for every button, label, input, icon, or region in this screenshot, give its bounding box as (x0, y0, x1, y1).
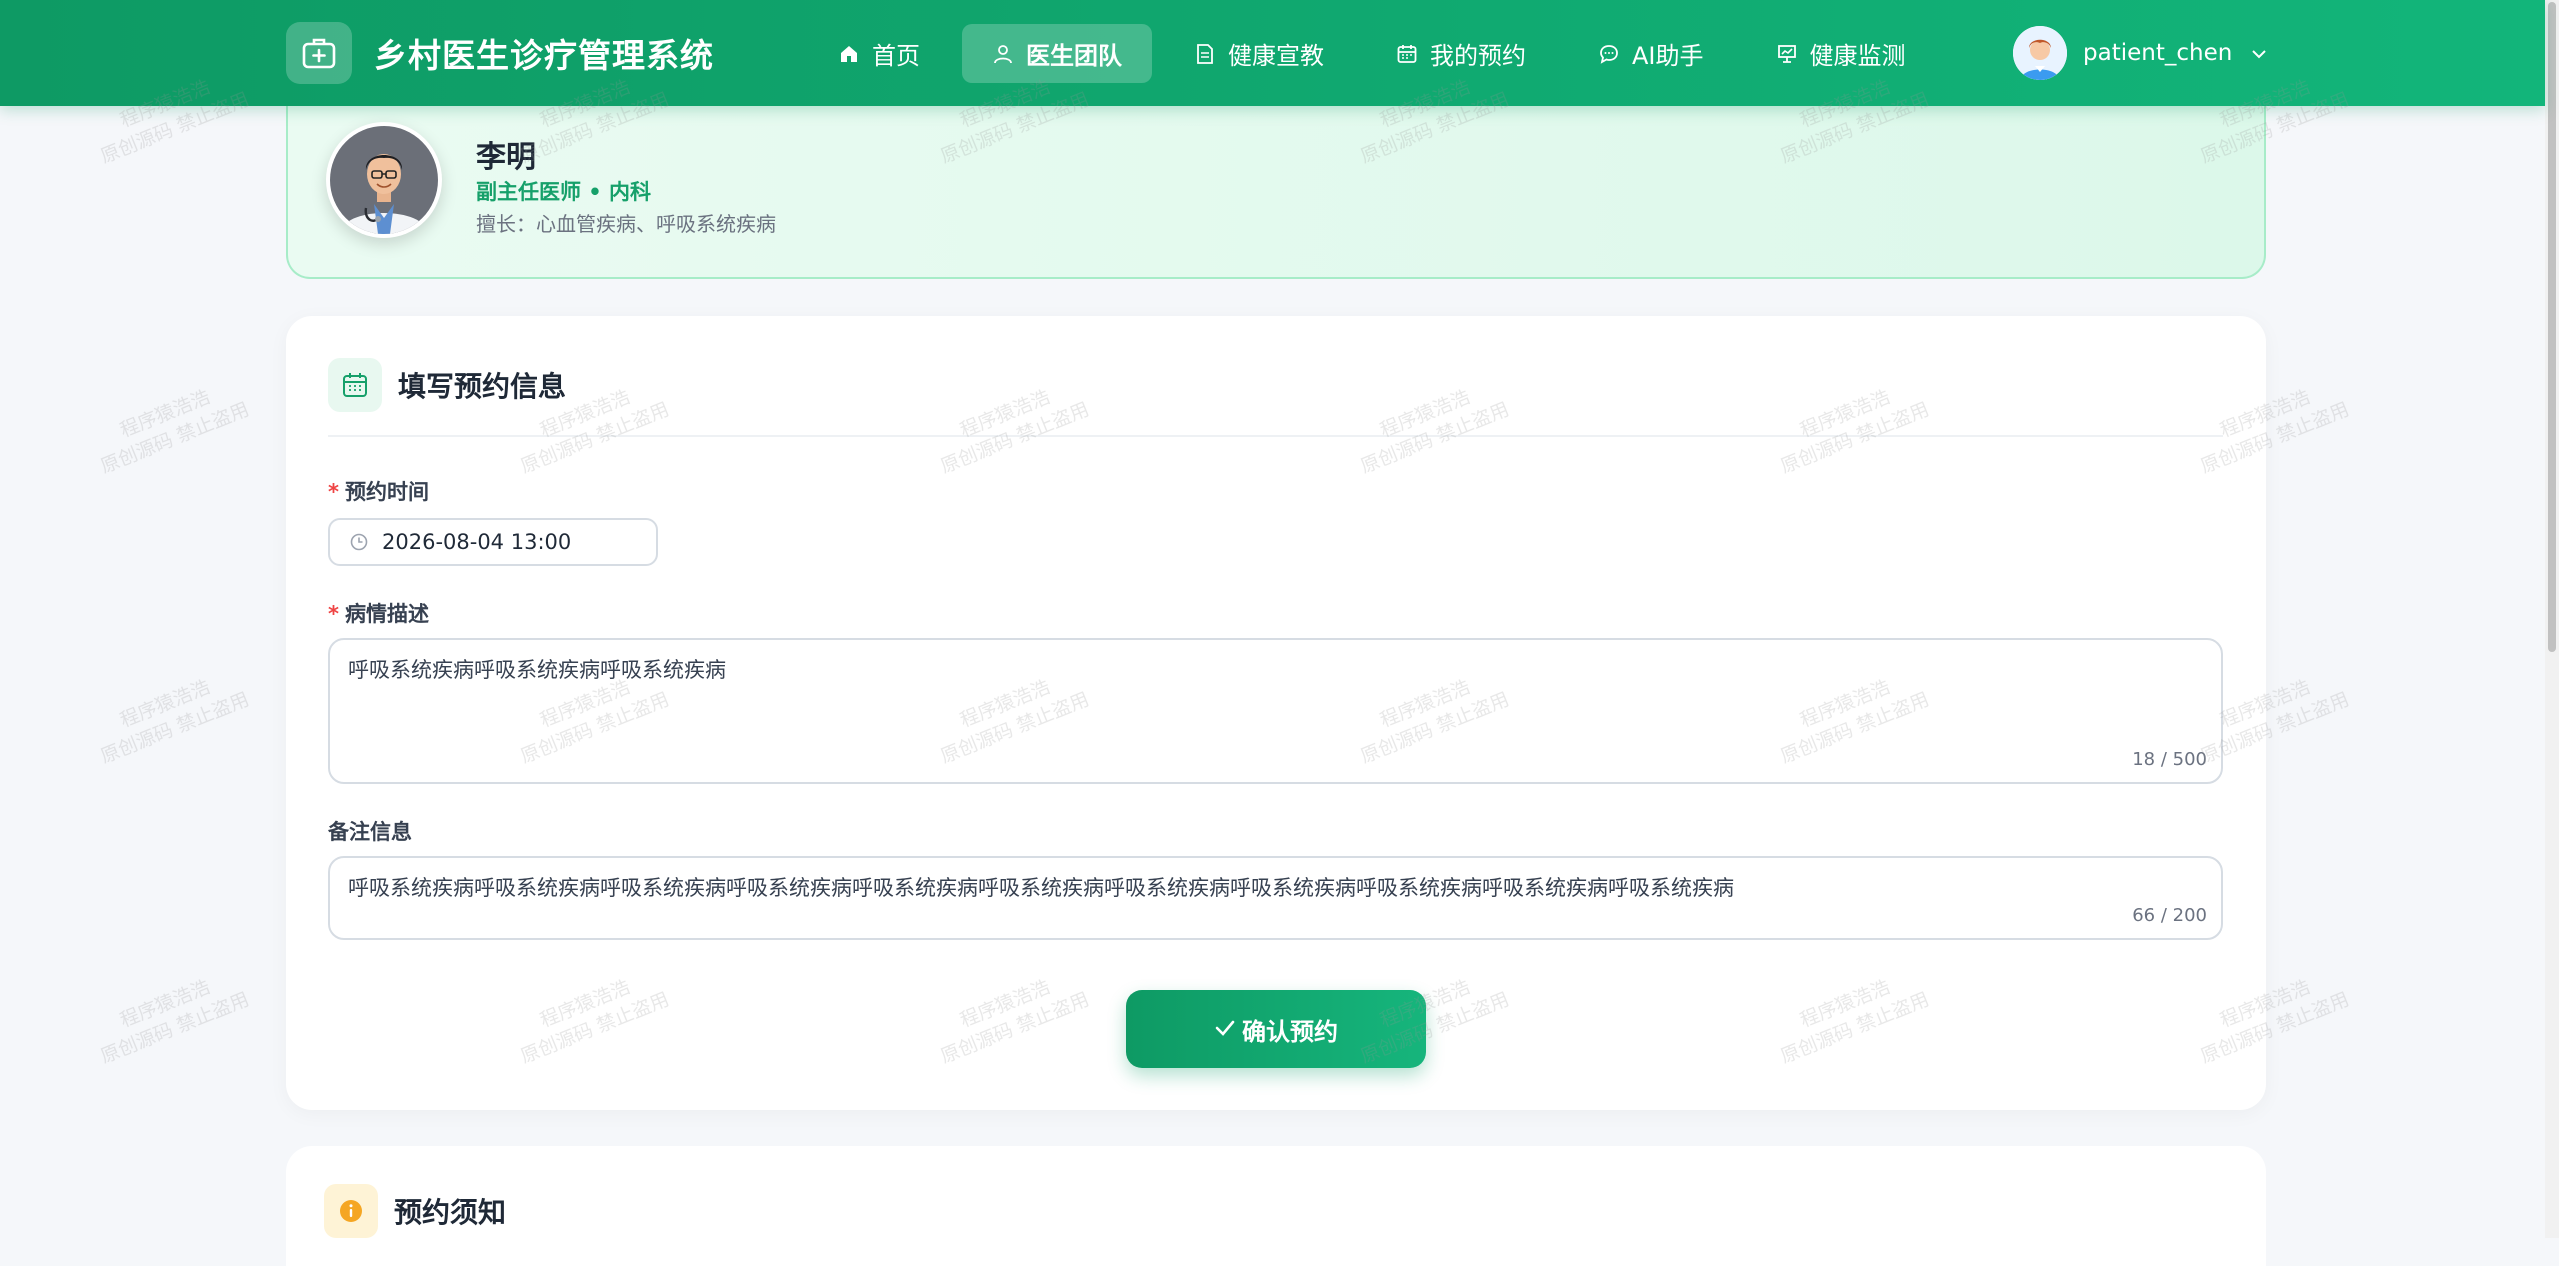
appointment-time-label-text: 预约时间 (344, 480, 429, 504)
nav-label-doctor-team: 医生团队 (1026, 42, 1122, 70)
top-navbar: 乡村医生诊疗管理系统 首页 医生团队 健康宣教 我的预约 AI助手 健康监测 p… (0, 0, 2545, 106)
home-icon (838, 43, 860, 65)
required-asterisk: * (328, 602, 339, 626)
form-section-header: 填写预约信息 (328, 358, 566, 412)
condition-description-textarea[interactable]: 呼吸系统疾病呼吸系统疾病呼吸系统疾病 18 / 500 (328, 638, 2223, 784)
nav-item-doctor-team[interactable]: 医生团队 (962, 24, 1152, 83)
calendar-icon (328, 358, 382, 412)
remark-label: 备注信息 (328, 820, 412, 844)
appointment-form-card: 填写预约信息 * 预约时间 2026-08-04 13:00 * 病情描述 呼吸系统… (286, 316, 2266, 1110)
calendar-icon (1396, 43, 1418, 65)
condition-description-counter: 18 / 500 (2132, 749, 2207, 770)
user-menu[interactable]: patient_chen (2013, 26, 2268, 80)
user-icon (992, 43, 1014, 65)
watermark: 程序猿浩浩 原创源码 禁止盗用 (97, 675, 253, 768)
confirm-appointment-label: 确认预约 (1242, 1017, 1338, 1046)
appointment-time-picker[interactable]: 2026-08-04 13:00 (328, 518, 658, 566)
brand[interactable]: 乡村医生诊疗管理系统 (286, 22, 714, 84)
medical-kit-icon (286, 22, 352, 84)
nav-label-health-monitoring: 健康监测 (1809, 42, 1906, 70)
nav-label-ai-assistant: AI助手 (1632, 42, 1704, 70)
watermark: 程序猿浩浩 原创源码 禁止盗用 (97, 975, 253, 1068)
required-asterisk: * (328, 480, 339, 504)
section-divider (328, 435, 2223, 437)
document-icon (1194, 43, 1216, 65)
condition-description-label: * 病情描述 (328, 598, 429, 628)
notice-title: 预约须知 (394, 1196, 507, 1229)
remark-counter: 66 / 200 (2132, 905, 2207, 926)
nav-label-my-appointments: 我的预约 (1430, 42, 1526, 70)
confirm-appointment-button[interactable]: 确认预约 (1126, 990, 1426, 1068)
main-nav: 首页 医生团队 健康宣教 我的预约 AI助手 健康监测 (808, 24, 1948, 83)
appointment-time-value: 2026-08-04 13:00 (382, 530, 572, 554)
nav-label-health-education: 健康宣教 (1228, 42, 1324, 70)
notice-section-header: 预约须知 (324, 1184, 506, 1238)
scrollbar-thumb[interactable] (2548, 2, 2556, 652)
check-icon (1214, 1015, 1236, 1043)
remark-value: 呼吸系统疾病呼吸系统疾病呼吸系统疾病呼吸系统疾病呼吸系统疾病呼吸系统疾病呼吸系统… (348, 876, 1734, 900)
nav-item-health-monitoring[interactable]: 健康监测 (1746, 24, 1936, 83)
info-icon (324, 1184, 378, 1238)
brand-title: 乡村医生诊疗管理系统 (374, 36, 714, 75)
condition-description-value: 呼吸系统疾病呼吸系统疾病呼吸系统疾病 (348, 658, 726, 682)
form-section-title: 填写预约信息 (398, 370, 567, 403)
doctor-specialty: 擅长：心血管疾病、呼吸系统疾病 (476, 212, 776, 236)
doctor-name: 李明 (476, 140, 536, 175)
watermark: 程序猿浩浩 原创源码 禁止盗用 (97, 385, 253, 478)
username: patient_chen (2083, 40, 2233, 66)
monitor-icon (1776, 43, 1798, 65)
avatar (2013, 26, 2067, 80)
doctor-avatar (326, 122, 442, 238)
nav-item-ai-assistant[interactable]: AI助手 (1568, 24, 1734, 83)
clock-icon (350, 533, 368, 551)
appointment-time-label: * 预约时间 (328, 476, 429, 506)
nav-item-home[interactable]: 首页 (808, 24, 950, 83)
condition-description-label-text: 病情描述 (344, 602, 429, 626)
appointment-notice-card: 预约须知 (286, 1146, 2266, 1266)
chat-icon (1598, 43, 1620, 65)
nav-item-my-appointments[interactable]: 我的预约 (1366, 24, 1556, 83)
remark-textarea[interactable]: 呼吸系统疾病呼吸系统疾病呼吸系统疾病呼吸系统疾病呼吸系统疾病呼吸系统疾病呼吸系统… (328, 856, 2223, 940)
doctor-title: 副主任医师 • 内科 (476, 180, 652, 204)
nav-label-home: 首页 (872, 42, 920, 70)
nav-item-health-education[interactable]: 健康宣教 (1164, 24, 1354, 83)
chevron-down-icon (2250, 40, 2268, 66)
doctor-info-card: 李明 副主任医师 • 内科 擅长：心血管疾病、呼吸系统疾病 (286, 96, 2266, 279)
